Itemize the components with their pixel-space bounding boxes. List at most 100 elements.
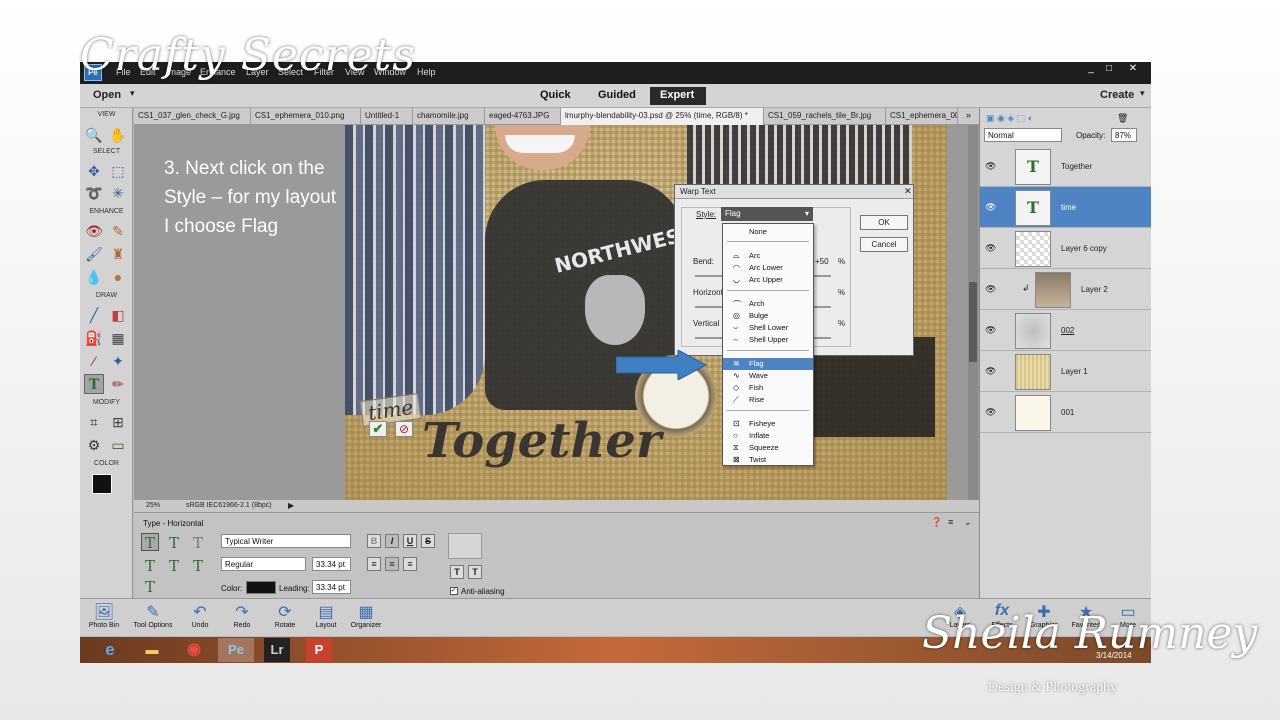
close-icon[interactable]: ✕ [904, 186, 912, 197]
doc-tab[interactable]: chamomile.jpg [413, 108, 485, 125]
blend-mode-select[interactable]: Normal [984, 128, 1062, 142]
horizontal-type-icon[interactable]: T [141, 533, 159, 552]
style-option-arc-upper[interactable]: ◡ Arc Upper [723, 274, 813, 286]
zoom-tool-icon[interactable]: 🔍 [84, 125, 104, 145]
eye-icon[interactable]: 👁 [985, 407, 996, 418]
lightroom-icon[interactable]: Lr [264, 638, 290, 662]
layer-row[interactable]: 👁 Layer 6 copy [980, 228, 1151, 269]
cancel-edit-icon[interactable]: ⊘ [395, 421, 413, 437]
text-on-path-icon[interactable]: T [141, 577, 159, 596]
layer-row-selected[interactable]: 👁 T time [980, 187, 1151, 228]
organizer-button[interactable]: ▦ Organizer [346, 602, 386, 629]
eraser-tool-icon[interactable]: ◧ [108, 305, 128, 325]
eye-icon[interactable]: 👁 [985, 243, 996, 254]
style-option-wave[interactable]: ∿ Wave [723, 370, 813, 382]
more-tabs-icon[interactable]: » [966, 110, 971, 120]
style-preview[interactable] [448, 533, 482, 559]
brush-tool-icon[interactable]: ╱ [84, 305, 104, 325]
style-option-squeeze[interactable]: ⧖ Squeeze [723, 442, 813, 454]
eye-icon[interactable]: 👁 [985, 325, 996, 336]
underline-button[interactable]: U [403, 534, 417, 548]
doc-tab[interactable]: eaged-4763.JPG [485, 108, 561, 125]
style-option-arch[interactable]: ⌒ Arch [723, 298, 813, 310]
scrollbar-thumb[interactable] [969, 282, 977, 362]
content-aware-move-icon[interactable]: ⚙ [84, 435, 104, 455]
style-option-rise[interactable]: ⟋ Rise [723, 394, 813, 406]
menu-help[interactable]: Help [417, 67, 436, 77]
doc-tab[interactable]: CS1_059_rachels_tile_Br.jpg [764, 108, 886, 125]
style-option-fisheye[interactable]: ⊡ Fisheye [723, 418, 813, 430]
layer-tools-icon[interactable]: ▣ ◉ ◈ ⬚ ◐ [986, 113, 1033, 124]
leading-field[interactable]: 33.34 pt [312, 580, 351, 594]
red-eye-tool-icon[interactable]: 👁 [84, 221, 104, 241]
straighten-tool-icon[interactable]: ▭ [108, 435, 128, 455]
layer-row[interactable]: 👁 002 [980, 310, 1151, 351]
internet-explorer-icon[interactable]: e [92, 638, 128, 662]
eyedropper-icon[interactable]: ⁄ [84, 351, 104, 371]
magic-wand-icon[interactable]: ✳ [108, 183, 128, 203]
help-icon[interactable]: ❓ [931, 517, 942, 528]
style-option-flag[interactable]: ≋ Flag [723, 358, 813, 370]
style-option-fish[interactable]: ◇ Fish [723, 382, 813, 394]
layout-button[interactable]: ▤ Layout [309, 602, 343, 629]
style-option-shell-upper[interactable]: ⌢ Shell Upper [723, 334, 813, 346]
maximize-button[interactable]: □ [1098, 63, 1120, 75]
chrome-icon[interactable]: ◉ [176, 638, 212, 662]
layer-row[interactable]: 👁 T Together [980, 146, 1151, 187]
toggle-orientation-icon[interactable]: T [468, 565, 482, 579]
font-size-field[interactable]: 33.34 pt [312, 557, 351, 571]
doc-tab[interactable]: CS1_ephemera_010.png [251, 108, 361, 125]
lasso-tool-icon[interactable]: ➰ [84, 183, 104, 203]
options-menu-icon[interactable]: ≡ [948, 517, 953, 527]
style-dropdown[interactable]: Flag ▾ [721, 207, 813, 221]
redo-button[interactable]: ↷ Redo [226, 602, 258, 629]
tab-expert[interactable]: Expert [650, 87, 706, 105]
style-option-twist[interactable]: ⊠ Twist [723, 454, 813, 466]
create-button[interactable]: Create [1100, 89, 1134, 101]
crop-tool-icon[interactable]: ⌗ [84, 412, 104, 432]
align-left-icon[interactable]: ≡ [367, 557, 381, 571]
commit-check-icon[interactable]: ✔ [369, 421, 387, 437]
doc-tab[interactable]: Untitled-1 [361, 108, 413, 125]
tool-options-button[interactable]: ✎ Tool Options [128, 602, 178, 629]
text-on-selection-icon[interactable]: T [165, 556, 183, 575]
powerpoint-icon[interactable]: P [306, 638, 332, 662]
sponge-tool-icon[interactable]: ● [108, 267, 128, 287]
eye-icon[interactable]: 👁 [985, 284, 996, 295]
healing-brush-icon[interactable]: ✎ [108, 221, 128, 241]
marquee-tool-icon[interactable]: ⬚ [108, 161, 128, 181]
opacity-field[interactable]: 87% [1111, 128, 1137, 142]
trash-icon[interactable]: 🗑 [1117, 113, 1128, 124]
align-right-icon[interactable]: ≡ [403, 557, 417, 571]
rotate-button[interactable]: ⟳ Rotate [268, 602, 302, 629]
eye-icon[interactable]: 👁 [985, 202, 996, 213]
eye-icon[interactable]: 👁 [985, 161, 996, 172]
align-center-icon[interactable]: ≡ [385, 557, 399, 571]
clone-stamp-icon[interactable]: ♜ [108, 244, 128, 264]
smart-brush-icon[interactable]: 🖌 [84, 244, 104, 264]
anti-aliasing-checkbox[interactable]: ✓ [450, 587, 458, 595]
move-tool-icon[interactable]: ✥ [84, 161, 104, 181]
eye-icon[interactable]: 👁 [985, 366, 996, 377]
open-button[interactable]: Open [93, 89, 121, 101]
style-option-arc-lower[interactable]: ◠ Arc Lower [723, 262, 813, 274]
hand-tool-icon[interactable]: ✋ [108, 125, 128, 145]
vertical-mask-icon[interactable]: T [141, 556, 159, 575]
cancel-button[interactable]: Cancel [860, 237, 908, 252]
chevron-down-icon[interactable]: ▾ [1140, 88, 1145, 99]
style-option-inflate[interactable]: ○ Inflate [723, 430, 813, 442]
close-button[interactable]: ✕ [1122, 63, 1144, 75]
style-option-none[interactable]: None [723, 226, 813, 238]
text-color-swatch[interactable] [246, 581, 276, 594]
style-option-bulge[interactable]: ◎ Bulge [723, 310, 813, 322]
tab-guided[interactable]: Guided [588, 87, 646, 105]
style-option-arc[interactable]: ⌓ Arc [723, 250, 813, 262]
chevron-right-icon[interactable]: ▶ [288, 501, 294, 510]
gradient-tool-icon[interactable]: ▦ [108, 328, 128, 348]
pencil-tool-icon[interactable]: ✏ [108, 374, 128, 394]
custom-shape-icon[interactable]: ✦ [108, 351, 128, 371]
foreground-color-swatch[interactable] [92, 474, 112, 494]
ok-button[interactable]: OK [860, 215, 908, 230]
together-text[interactable]: Together [422, 413, 661, 469]
layer-row[interactable]: 👁 001 [980, 392, 1151, 433]
